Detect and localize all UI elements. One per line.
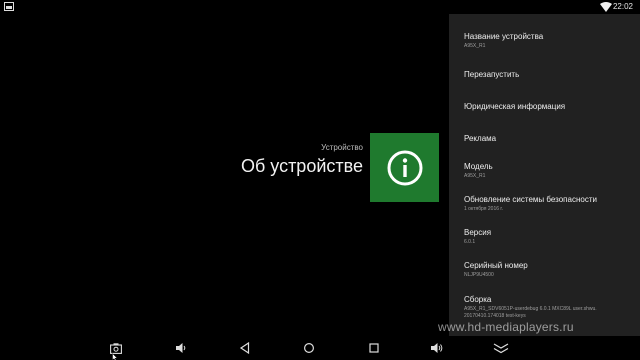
volume-down-button[interactable] <box>173 341 189 355</box>
item-title: Обновление системы безопасности <box>464 195 597 204</box>
item-subtitle: A95X_R1 <box>464 173 486 179</box>
recents-icon <box>369 343 379 353</box>
item-subtitle-line2: 20170410.174018 test-keys <box>464 313 526 319</box>
item-title: Модель <box>464 162 493 171</box>
screenshot-icon <box>110 342 122 354</box>
volume-up-icon <box>431 343 443 353</box>
back-icon <box>239 342 250 354</box>
info-tile <box>370 133 439 202</box>
back-button[interactable] <box>237 341 253 355</box>
item-title: Перезапустить <box>464 70 520 79</box>
panel-item-build[interactable]: Сборка A95X_R1_SDV6051P-userdebug 6.0.1 … <box>464 294 634 320</box>
panel-item-serial-number[interactable]: Серийный номер NLJP9U4500 <box>464 260 634 279</box>
item-title: Серийный номер <box>464 261 528 270</box>
collapse-icon <box>493 343 509 354</box>
home-button[interactable] <box>301 341 317 355</box>
screenshot-icon <box>4 2 14 11</box>
item-subtitle: 6.0.1 <box>464 239 476 245</box>
watermark: www.hd-mediaplayers.ru <box>438 320 574 334</box>
item-title: Юридическая информация <box>464 102 566 111</box>
volume-up-button[interactable] <box>429 341 445 355</box>
panel-item-model[interactable]: Модель A95X_R1 <box>464 161 634 180</box>
item-subtitle: A95X_R1 <box>464 43 486 49</box>
panel-item-security-update[interactable]: Обновление системы безопасности 1 октябр… <box>464 194 634 213</box>
wifi-icon <box>600 2 612 12</box>
volume-down-icon <box>176 343 186 353</box>
item-title: Сборка <box>464 295 492 304</box>
item-subtitle: NLJP9U4500 <box>464 272 494 278</box>
home-icon <box>303 342 315 354</box>
settings-panel: Название устройства A95X_R1 Перезапустит… <box>449 14 640 336</box>
status-bar: 22:02 <box>0 0 640 14</box>
item-title: Название устройства <box>464 32 544 41</box>
clock: 22:02 <box>612 2 633 11</box>
info-icon <box>387 150 422 185</box>
panel-item-restart[interactable]: Перезапустить <box>464 69 634 80</box>
collapse-button[interactable] <box>492 341 510 355</box>
panel-item-ads[interactable]: Реклама <box>464 133 634 144</box>
item-subtitle: A95X_R1_SDV6051P-userdebug 6.0.1 MXC89L … <box>464 306 597 312</box>
panel-item-device-name[interactable]: Название устройства A95X_R1 <box>464 31 634 50</box>
page-title: Об устройстве <box>240 156 363 176</box>
item-title: Реклама <box>464 134 497 143</box>
item-title: Версия <box>464 228 492 237</box>
panel-item-legal-info[interactable]: Юридическая информация <box>464 101 634 112</box>
panel-item-version[interactable]: Версия 6.0.1 <box>464 227 634 246</box>
mouse-cursor-icon <box>112 353 118 360</box>
navigation-bar <box>0 336 640 360</box>
item-subtitle: 1 октября 2016 г. <box>464 206 503 212</box>
recents-button[interactable] <box>366 341 382 355</box>
category-label: Устройство <box>321 143 363 152</box>
